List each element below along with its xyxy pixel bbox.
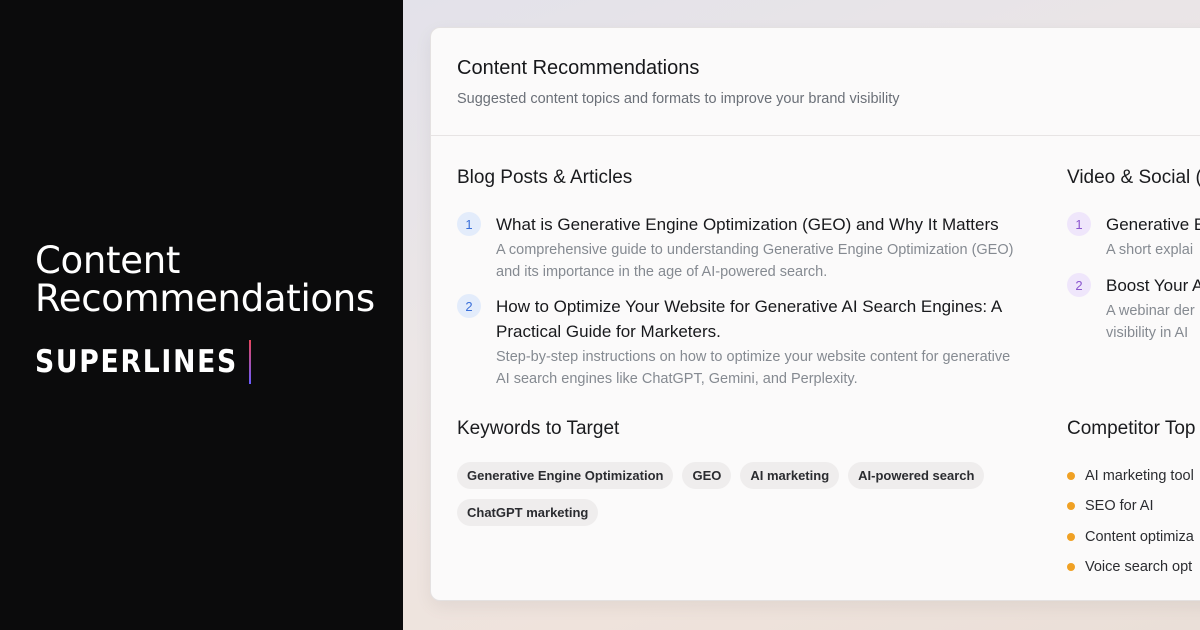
keywords-section-heading: Keywords to Target [457,418,620,439]
video-item[interactable]: 2 Boost Your A A webinar der visibility … [1067,273,1200,344]
blog-item[interactable]: 1 What is Generative Engine Optimization… [457,212,1017,283]
bullet-dot-icon [1067,472,1075,481]
card-title: Content Recommendations [457,57,700,79]
video-item-description: A short explai [1106,242,1194,258]
blog-item-description: A comprehensive guide to understanding G… [496,242,1014,280]
keyword-tag[interactable]: ChatGPT marketing [457,499,599,526]
competitor-topic-label: Voice search opt [1085,559,1193,576]
competitor-topic-item: Content optimiza [1067,522,1194,552]
competitor-topic-list: AI marketing tool SEO for AI Content opt… [1067,461,1194,582]
item-number-badge: 2 [1067,273,1091,297]
hero-title: Content Recommendations [35,242,375,318]
blog-item[interactable]: 2 How to Optimize Your Website for Gener… [457,294,1017,390]
brand-accent-bar [249,340,252,384]
bullet-dot-icon [1067,502,1075,511]
competitor-topic-label: AI marketing tool [1085,468,1194,485]
bullet-dot-icon [1067,563,1075,572]
bullet-dot-icon [1067,532,1075,541]
competitor-topic-item: SEO for AI [1067,491,1194,521]
keyword-tag[interactable]: GEO [682,462,732,489]
competitor-topic-label: Content optimiza [1085,528,1194,545]
hero-panel: Content Recommendations SUPERLINES [0,0,403,630]
card-header: Content Recommendations Suggested conten… [431,28,1200,136]
video-item-description: visibility in AI [1106,325,1189,341]
content-recommendations-card: Content Recommendations Suggested conten… [430,27,1200,601]
competitor-topic-label: SEO for AI [1085,498,1154,515]
blog-item-title: How to Optimize Your Website for Generat… [496,297,1002,341]
video-item-title: Generative E [1106,215,1200,234]
blog-item-description: Step-by-step instructions on how to opti… [496,349,1011,387]
brand-logo: SUPERLINES [35,340,252,384]
video-section-heading: Video & Social ( [1067,167,1200,188]
blog-section-heading: Blog Posts & Articles [457,167,633,188]
hero-title-line1: Content [35,239,181,282]
video-item[interactable]: 1 Generative E A short explai [1067,212,1200,261]
hero-title-line2: Recommendations [35,277,375,320]
blog-item-title: What is Generative Engine Optimization (… [496,215,999,234]
keyword-tag-list: Generative Engine Optimization GEO AI ma… [457,462,1037,526]
video-item-description: A webinar der [1106,303,1195,319]
item-number-badge: 2 [457,294,481,318]
card-subtitle: Suggested content topics and formats to … [457,91,900,107]
item-number-badge: 1 [1067,212,1091,236]
competitor-topic-item: AI marketing tool [1067,461,1194,491]
competitor-section-heading: Competitor Top [1067,418,1196,439]
keyword-tag[interactable]: Generative Engine Optimization [457,462,674,489]
keyword-tag[interactable]: AI-powered search [848,462,985,489]
brand-name: SUPERLINES [35,344,238,380]
video-item-title: Boost Your A [1106,276,1200,295]
item-number-badge: 1 [457,212,481,236]
competitor-topic-item: Voice search opt [1067,552,1194,582]
keyword-tag[interactable]: AI marketing [740,462,840,489]
